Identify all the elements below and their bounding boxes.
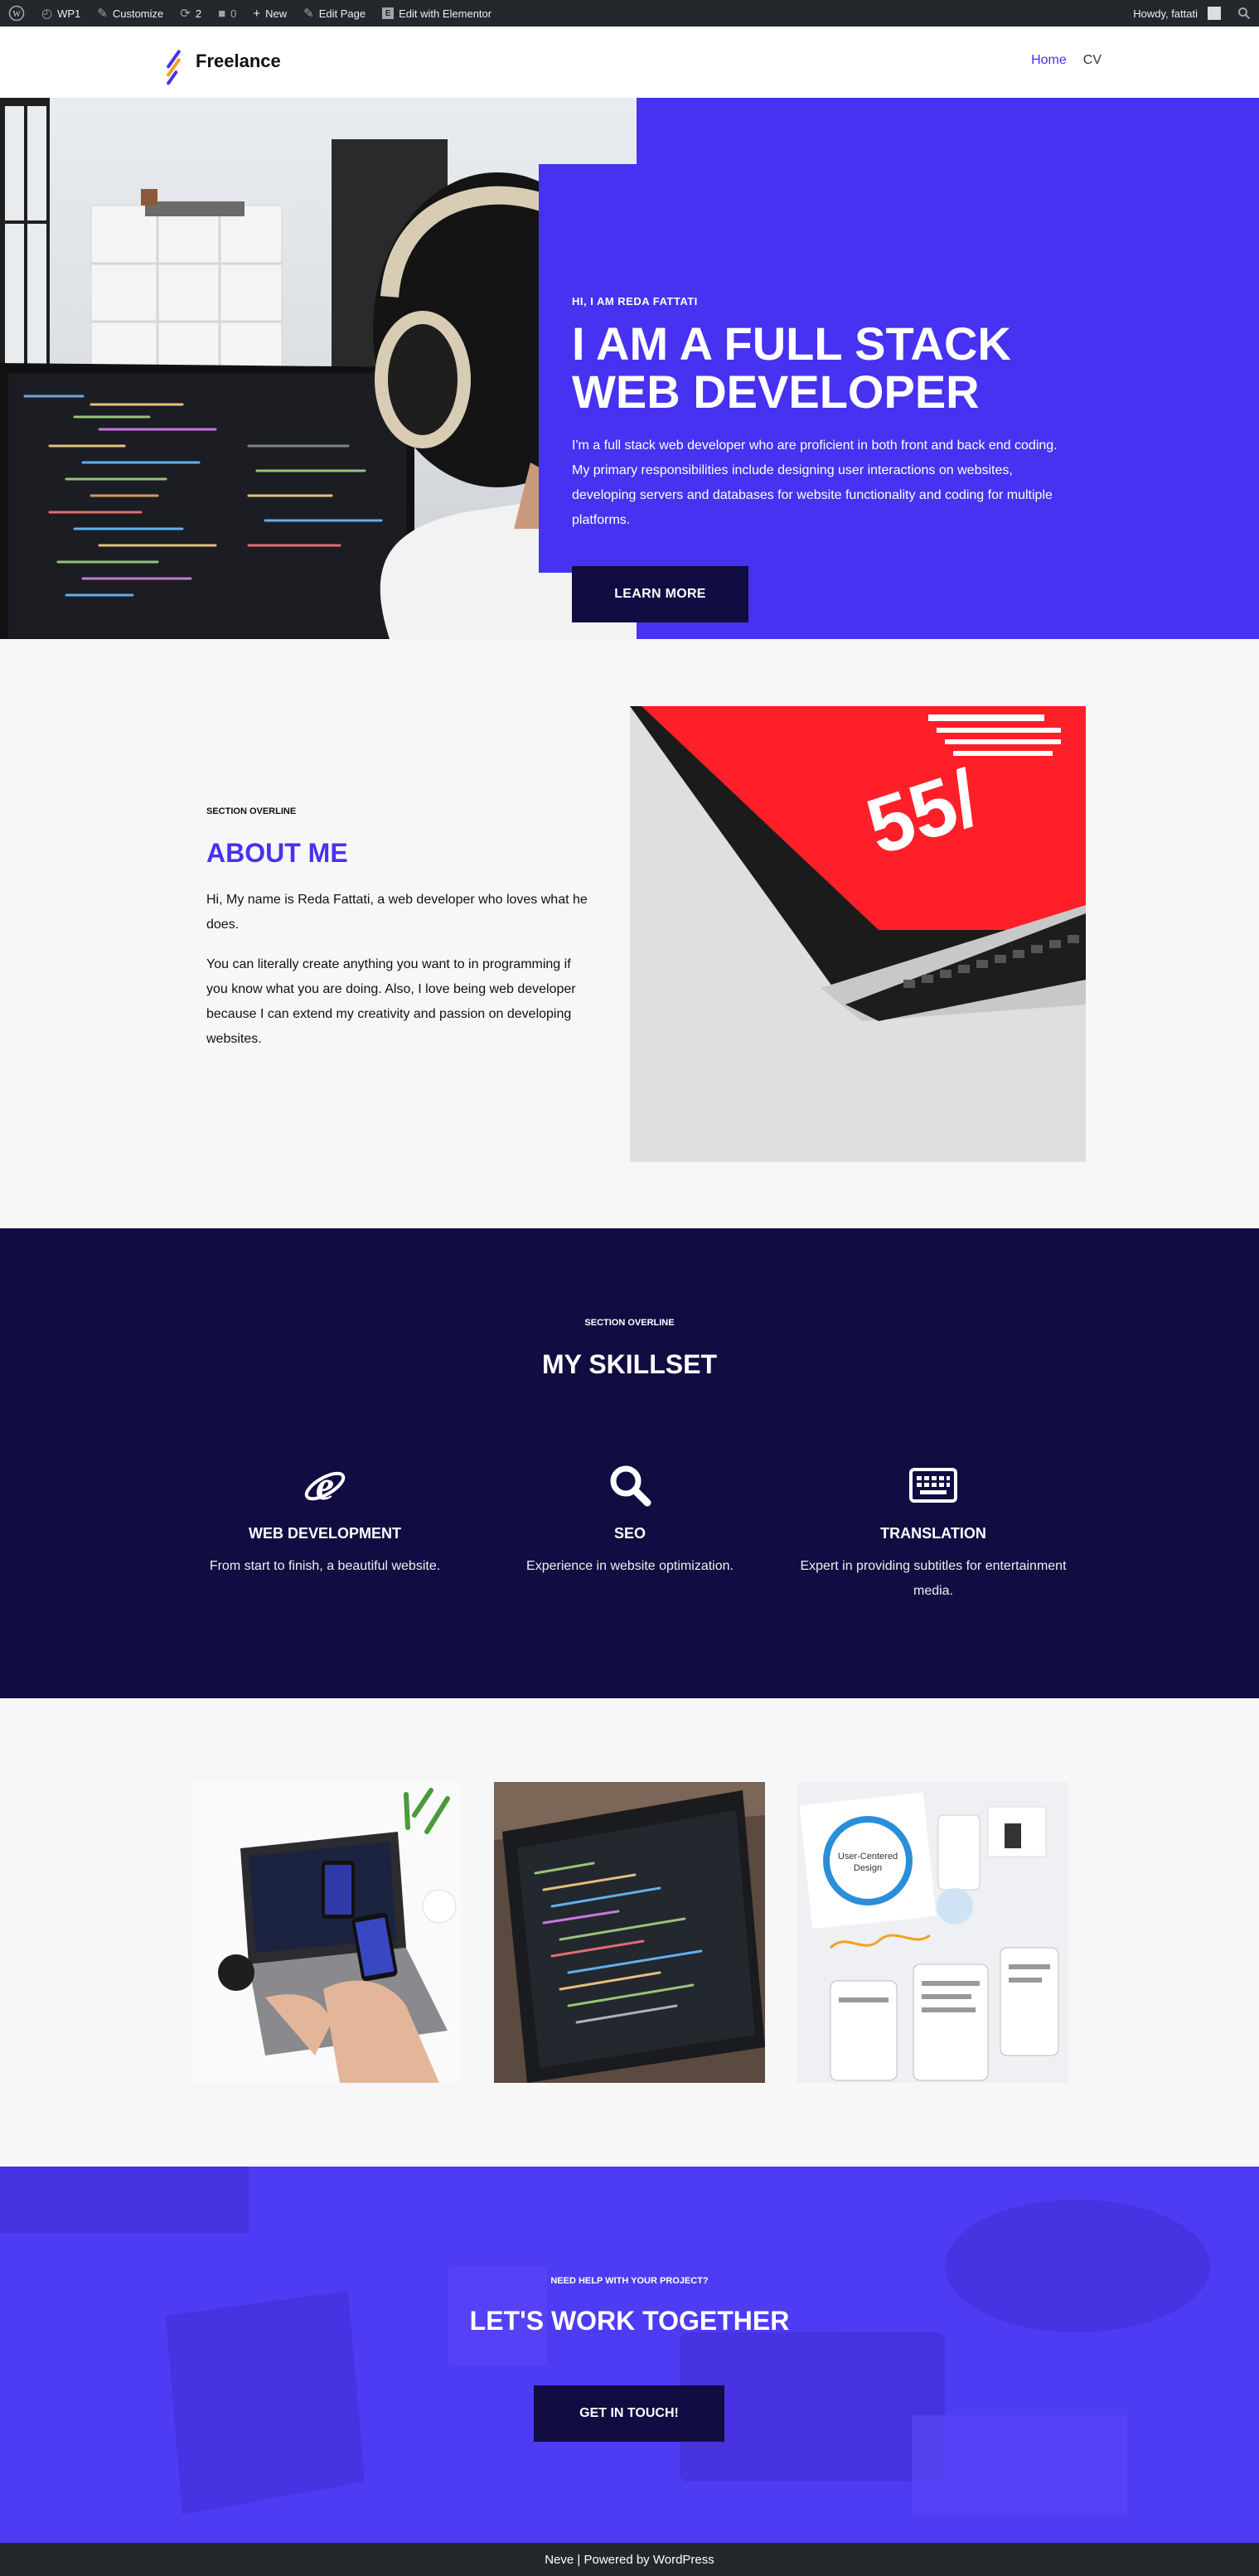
hero-title: I AM A FULL STACK WEB DEVELOPER	[572, 317, 1011, 418]
comments-count: 0	[230, 7, 237, 20]
skill-card-translation: TRANSLATION Expert in providing subtitle…	[792, 1460, 1074, 1604]
brush-icon: ✎	[97, 7, 108, 21]
skill-title: WEB DEVELOPMENT	[248, 1525, 401, 1542]
gallery-image-2[interactable]	[494, 1782, 765, 2083]
logo-mark-icon	[166, 43, 189, 86]
about-paragraph-2: You can literally create anything you wa…	[206, 957, 576, 1046]
comment-icon: ■	[218, 6, 226, 21]
about-title: ABOUT ME	[206, 838, 348, 868]
edit-page-link[interactable]: ✎ Edit Page	[295, 0, 374, 27]
site-logo[interactable]: Freelance	[166, 43, 281, 86]
cta-kicker: NEED HELP WITH YOUR PROJECT?	[550, 2276, 709, 2286]
gallery-image-1[interactable]	[191, 1782, 462, 2083]
about-section: SECTION OVERLINE ABOUT ME Hi, My name is…	[0, 639, 1259, 1228]
dashboard-icon: ◴	[41, 7, 53, 21]
admin-bar: W ◴ WP1 ✎ Customize ⟳ 2 ■ 0 + New ✎ Edit…	[0, 0, 1259, 27]
howdy-label: Howdy, fattati	[1133, 7, 1198, 20]
nav-item-cv[interactable]: CV	[1083, 53, 1102, 68]
edit-elementor-label: Edit with Elementor	[399, 7, 492, 20]
about-paragraph-1: Hi, My name is Reda Fattati, a web devel…	[206, 893, 588, 932]
site-name-link[interactable]: ◴ WP1	[33, 0, 89, 27]
updates-link[interactable]: ⟳ 2	[172, 0, 210, 27]
skills-kicker: SECTION OVERLINE	[584, 1318, 675, 1328]
skill-text: Expert in providing subtitles for entert…	[800, 1559, 1067, 1598]
skill-card-seo: SEO Experience in website optimization.	[489, 1460, 771, 1579]
new-label: New	[265, 7, 288, 20]
cta-title: LET'S WORK TOGETHER	[469, 2306, 790, 2336]
wordpress-logo-icon[interactable]: W	[0, 0, 33, 27]
gallery-section: User-Centered Design	[0, 1698, 1259, 2167]
skill-title: TRANSLATION	[880, 1525, 986, 1542]
site-header: Freelance Home CV	[0, 27, 1259, 98]
internet-explorer-icon: e	[184, 1460, 466, 1510]
hero-section: HI, I AM REDA FATTATI I AM A FULL STACK …	[0, 98, 1259, 639]
learn-more-button[interactable]: LEARN MORE	[572, 566, 748, 622]
skills-section: SECTION OVERLINE MY SKILLSET e WEB DEVEL…	[0, 1228, 1259, 1698]
search-icon	[489, 1460, 771, 1510]
site-footer: Neve | Powered by WordPress	[0, 2543, 1259, 2576]
skill-card-web-development: e WEB DEVELOPMENT From start to finish, …	[184, 1460, 466, 1579]
svg-text:e: e	[316, 1463, 334, 1508]
edit-page-label: Edit Page	[318, 7, 366, 20]
about-kicker: SECTION OVERLINE	[206, 806, 297, 816]
keyboard-icon	[792, 1460, 1074, 1510]
cta-section: NEED HELP WITH YOUR PROJECT? LET'S WORK …	[0, 2167, 1259, 2543]
edit-elementor-link[interactable]: E Edit with Elementor	[374, 0, 500, 27]
elementor-icon: E	[382, 7, 395, 19]
gallery-image-3[interactable]: User-Centered Design	[797, 1782, 1068, 2083]
svg-text:W: W	[12, 10, 21, 19]
cta-background-image	[0, 2167, 1259, 2543]
skill-title: SEO	[613, 1525, 646, 1542]
hero-description: I'm a full stack web developer who are p…	[572, 438, 1058, 527]
updates-icon: ⟳	[180, 7, 191, 21]
skill-text: From start to finish, a beautiful websit…	[209, 1559, 441, 1573]
gallery-image-3-text: User-Centered	[838, 1852, 898, 1862]
customize-link[interactable]: ✎ Customize	[89, 0, 172, 27]
avatar	[1208, 7, 1221, 20]
new-content-link[interactable]: + New	[245, 0, 295, 27]
comments-link[interactable]: ■ 0	[210, 0, 245, 27]
account-link[interactable]: Howdy, fattati	[1125, 0, 1229, 27]
about-image: 55/	[630, 706, 1086, 1162]
nav-item-home[interactable]: Home	[1031, 53, 1067, 68]
hero-kicker: HI, I AM REDA FATTATI	[572, 295, 698, 307]
pencil-icon: ✎	[303, 7, 314, 21]
updates-count: 2	[195, 7, 202, 20]
skill-text: Experience in website optimization.	[526, 1559, 734, 1573]
logo-text: Freelance	[196, 51, 281, 71]
skills-title: MY SKILLSET	[542, 1349, 717, 1379]
admin-search-icon[interactable]	[1229, 0, 1259, 27]
site-name-label: WP1	[57, 7, 81, 20]
customize-label: Customize	[112, 7, 164, 20]
get-in-touch-button[interactable]: GET IN TOUCH!	[534, 2385, 724, 2442]
main-nav: Home CV	[1031, 53, 1102, 68]
footer-credits[interactable]: Neve | Powered by WordPress	[545, 2553, 714, 2567]
plus-icon: +	[253, 6, 261, 21]
gallery-image-3-text-2: Design	[854, 1863, 882, 1873]
